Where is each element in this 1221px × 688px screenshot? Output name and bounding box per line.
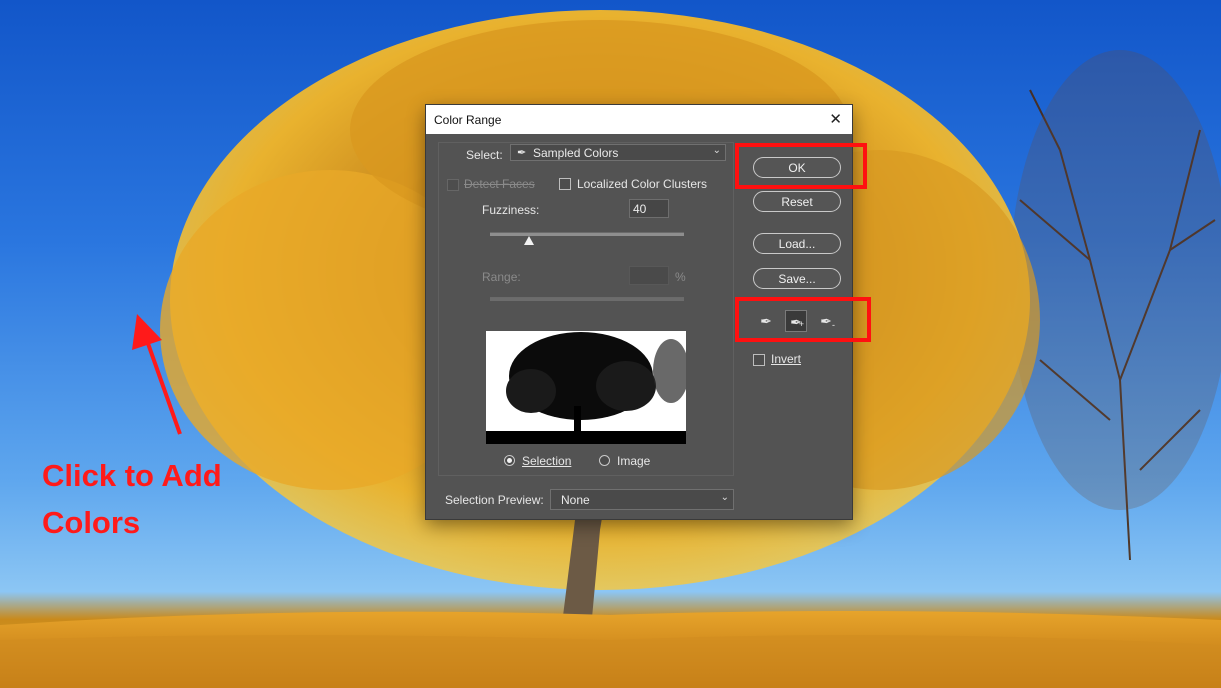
selection-preview-dropdown[interactable]: None ⌄ xyxy=(550,489,734,510)
localized-clusters-checkbox[interactable] xyxy=(559,178,571,190)
image-radio-label: Image xyxy=(617,454,651,468)
load-button[interactable]: Load... xyxy=(753,233,841,254)
eyedropper-plus-icon[interactable]: ✒ + xyxy=(785,310,807,332)
dialog-title: Color Range xyxy=(434,113,502,127)
range-label: Range: xyxy=(482,270,521,284)
annotation-line-2: Colors xyxy=(42,505,141,540)
select-dropdown[interactable]: ✒ Sampled Colors ⌄ xyxy=(510,144,726,161)
range-slider-track[interactable] xyxy=(490,297,684,301)
selection-preview-label: Selection Preview: xyxy=(445,493,544,507)
save-button[interactable]: Save... xyxy=(753,268,841,289)
range-input[interactable] xyxy=(629,266,669,285)
select-label: Select: xyxy=(466,148,503,162)
fuzziness-slider-track[interactable] xyxy=(490,232,684,236)
reset-button[interactable]: Reset xyxy=(753,191,841,212)
fuzziness-slider-thumb[interactable] xyxy=(523,236,534,245)
localized-clusters-label: Localized Color Clusters xyxy=(577,177,708,191)
range-unit: % xyxy=(675,270,686,284)
eyedropper-icon: ✒ xyxy=(517,147,527,159)
select-value: Sampled Colors xyxy=(533,146,619,160)
color-range-dialog: Color Range ✕ Select: ✒ Sampled Colors ⌄… xyxy=(426,105,852,519)
close-icon[interactable]: ✕ xyxy=(829,110,842,128)
fuzziness-input[interactable]: 40 xyxy=(629,199,669,218)
invert-checkbox[interactable] xyxy=(753,354,765,366)
detect-faces-label: Detect Faces xyxy=(464,177,535,191)
fuzziness-label: Fuzziness: xyxy=(482,203,540,217)
eyedropper-minus-icon[interactable]: ✒ - xyxy=(815,310,837,332)
selection-preview-value: None xyxy=(561,493,590,507)
image-radio[interactable] xyxy=(599,455,610,466)
chevron-down-icon: ⌄ xyxy=(712,145,721,156)
selection-radio[interactable] xyxy=(504,455,515,466)
dialog-titlebar[interactable]: Color Range ✕ xyxy=(426,105,852,134)
annotation-line-1: Click to Add xyxy=(42,458,222,493)
selection-preview-image xyxy=(486,331,686,444)
invert-label: Invert xyxy=(771,352,802,366)
ok-button[interactable]: OK xyxy=(753,157,841,178)
eyedropper-icon[interactable]: ✒ xyxy=(755,310,777,332)
annotation-label: Click to Add Colors xyxy=(42,452,272,546)
selection-radio-label: Selection xyxy=(522,454,572,468)
detect-faces-checkbox[interactable] xyxy=(447,179,459,191)
chevron-down-icon: ⌄ xyxy=(720,492,729,503)
